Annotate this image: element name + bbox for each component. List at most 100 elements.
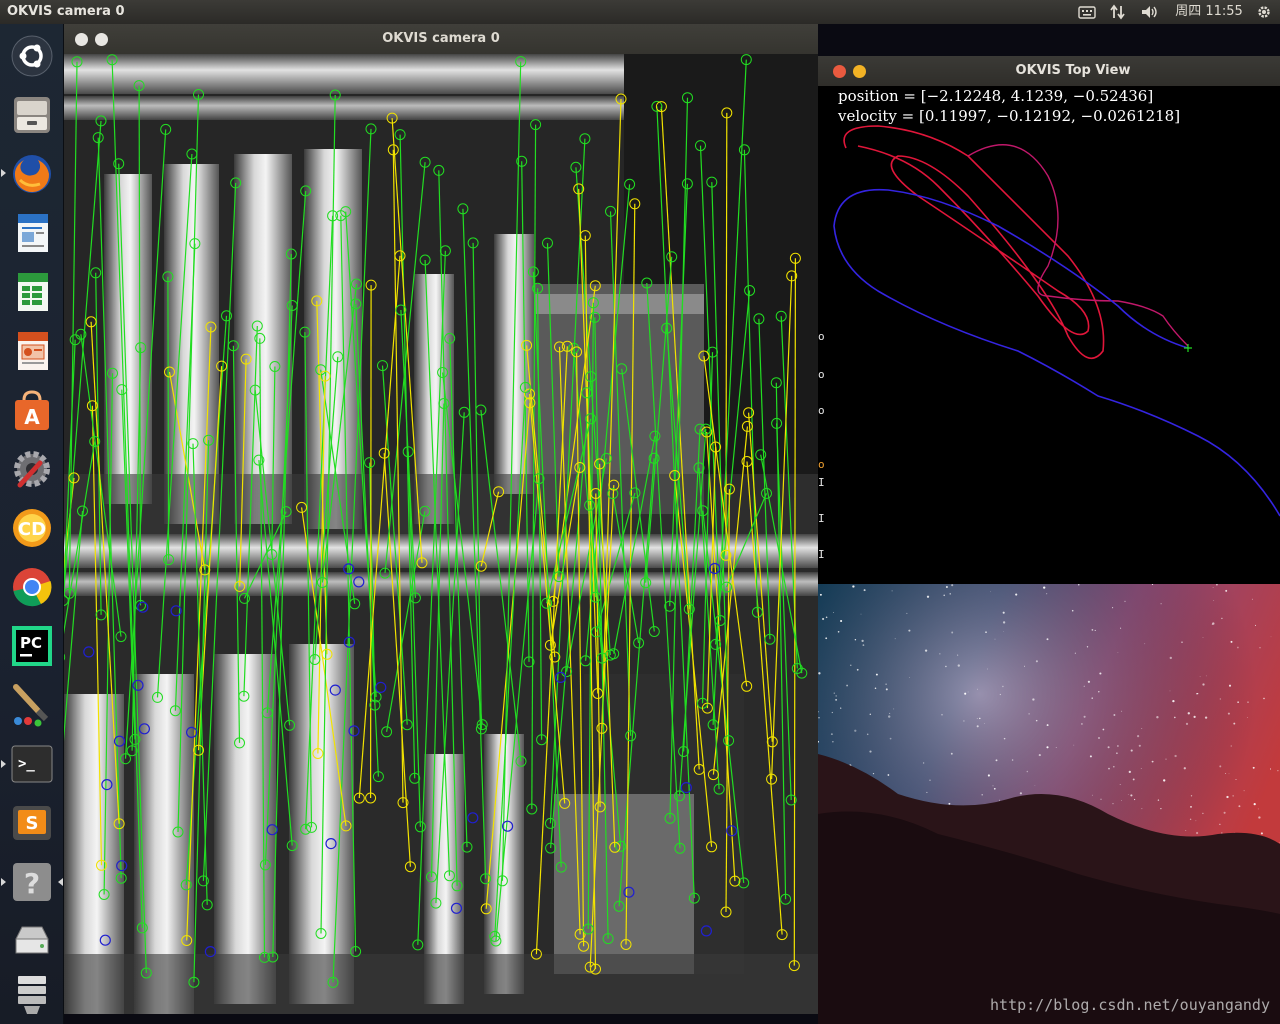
- clock[interactable]: 周四 11:55: [1172, 3, 1246, 21]
- terminal-fragment: o: [818, 404, 825, 417]
- terminal-fragment: o: [818, 368, 825, 381]
- star: [1243, 790, 1245, 792]
- star: [833, 692, 835, 694]
- star: [1202, 812, 1204, 815]
- hard-drive-icon[interactable]: [8, 917, 56, 965]
- star: [1227, 712, 1230, 715]
- star: [866, 733, 869, 736]
- shopping-bag-icon[interactable]: A: [8, 386, 56, 434]
- sublime-icon[interactable]: S: [8, 799, 56, 847]
- star: [1225, 773, 1227, 774]
- star: [1173, 716, 1176, 719]
- star: [1112, 803, 1114, 805]
- camera-window-titlebar[interactable]: OKVIS camera 0: [64, 24, 818, 54]
- star: [1002, 621, 1006, 624]
- star: [850, 664, 852, 666]
- star: [1046, 638, 1049, 641]
- help-icon[interactable]: ?: [8, 858, 56, 906]
- running-indicator: [1, 760, 6, 768]
- star: [922, 762, 925, 764]
- star: [950, 752, 953, 755]
- presentation-icon[interactable]: [8, 327, 56, 375]
- help-label: ?: [24, 867, 40, 900]
- star: [837, 630, 840, 633]
- spreadsheet-icon[interactable]: [8, 268, 56, 316]
- volume-icon[interactable]: [1139, 3, 1161, 21]
- network-icon[interactable]: [1108, 3, 1128, 21]
- feature-match-canvas: [64, 54, 818, 1014]
- star: [1185, 830, 1187, 831]
- star: [1230, 745, 1232, 747]
- star: [949, 593, 951, 595]
- star: [1212, 587, 1214, 589]
- star: [1124, 600, 1126, 603]
- star: [835, 698, 838, 701]
- star: [1043, 586, 1046, 589]
- trajectory-plot: [833, 125, 1280, 517]
- star: [1202, 683, 1205, 686]
- star: [1228, 684, 1232, 687]
- star: [1087, 680, 1091, 683]
- star: [1238, 805, 1241, 808]
- trash-icon[interactable]: [8, 970, 56, 1018]
- star: [1132, 778, 1135, 781]
- star: [984, 723, 986, 724]
- ubuntu-logo-icon[interactable]: [8, 32, 56, 80]
- star: [1257, 808, 1259, 810]
- star: [993, 787, 996, 790]
- paintbrush-icon[interactable]: [8, 681, 56, 729]
- star: [885, 688, 888, 691]
- power-gear-icon[interactable]: [1254, 3, 1274, 21]
- star: [1211, 623, 1213, 625]
- star: [893, 708, 895, 710]
- keyboard-icon[interactable]: [1076, 3, 1098, 21]
- terminal-icon[interactable]: >_: [8, 740, 56, 788]
- star: [1121, 710, 1123, 712]
- star: [981, 794, 983, 796]
- star: [995, 759, 998, 762]
- star: [1034, 785, 1036, 787]
- star: [840, 619, 843, 623]
- file-cabinet-icon[interactable]: [8, 91, 56, 139]
- star: [825, 637, 828, 640]
- star: [1270, 768, 1271, 770]
- pycharm-icon[interactable]: PC: [8, 622, 56, 670]
- cd-icon[interactable]: CD: [8, 504, 56, 552]
- star: [1172, 699, 1175, 703]
- star: [1237, 701, 1239, 703]
- star: [1117, 652, 1119, 653]
- star: [887, 774, 890, 776]
- star: [1011, 759, 1014, 761]
- star: [1074, 652, 1076, 654]
- star: [1028, 713, 1030, 715]
- star: [1223, 811, 1226, 814]
- star: [1253, 803, 1256, 806]
- star: [1019, 792, 1022, 795]
- firefox-icon[interactable]: [8, 150, 56, 198]
- star: [964, 692, 967, 695]
- star: [998, 799, 1000, 801]
- terminal-fragment: o: [818, 330, 825, 343]
- star: [1073, 744, 1075, 746]
- star: [874, 687, 877, 689]
- star: [1235, 779, 1237, 781]
- star: [1160, 603, 1162, 605]
- star: [1185, 722, 1189, 725]
- trajectory-path-blue: [833, 188, 1280, 517]
- chrome-icon[interactable]: [8, 563, 56, 611]
- watermark: http://blog.csdn.net/ouyangandy: [990, 996, 1270, 1014]
- settings-wrench-icon[interactable]: [8, 445, 56, 493]
- top-view-window-titlebar[interactable]: OKVIS Top View: [818, 56, 1280, 86]
- star: [889, 737, 892, 740]
- star: [869, 750, 872, 753]
- star: [1277, 770, 1279, 772]
- star: [1003, 737, 1006, 740]
- star: [830, 733, 833, 736]
- star: [831, 711, 833, 714]
- star: [1137, 735, 1140, 738]
- star: [1108, 767, 1110, 770]
- star: [861, 639, 864, 643]
- document-icon[interactable]: [8, 209, 56, 257]
- star: [1247, 701, 1249, 703]
- star: [888, 715, 891, 718]
